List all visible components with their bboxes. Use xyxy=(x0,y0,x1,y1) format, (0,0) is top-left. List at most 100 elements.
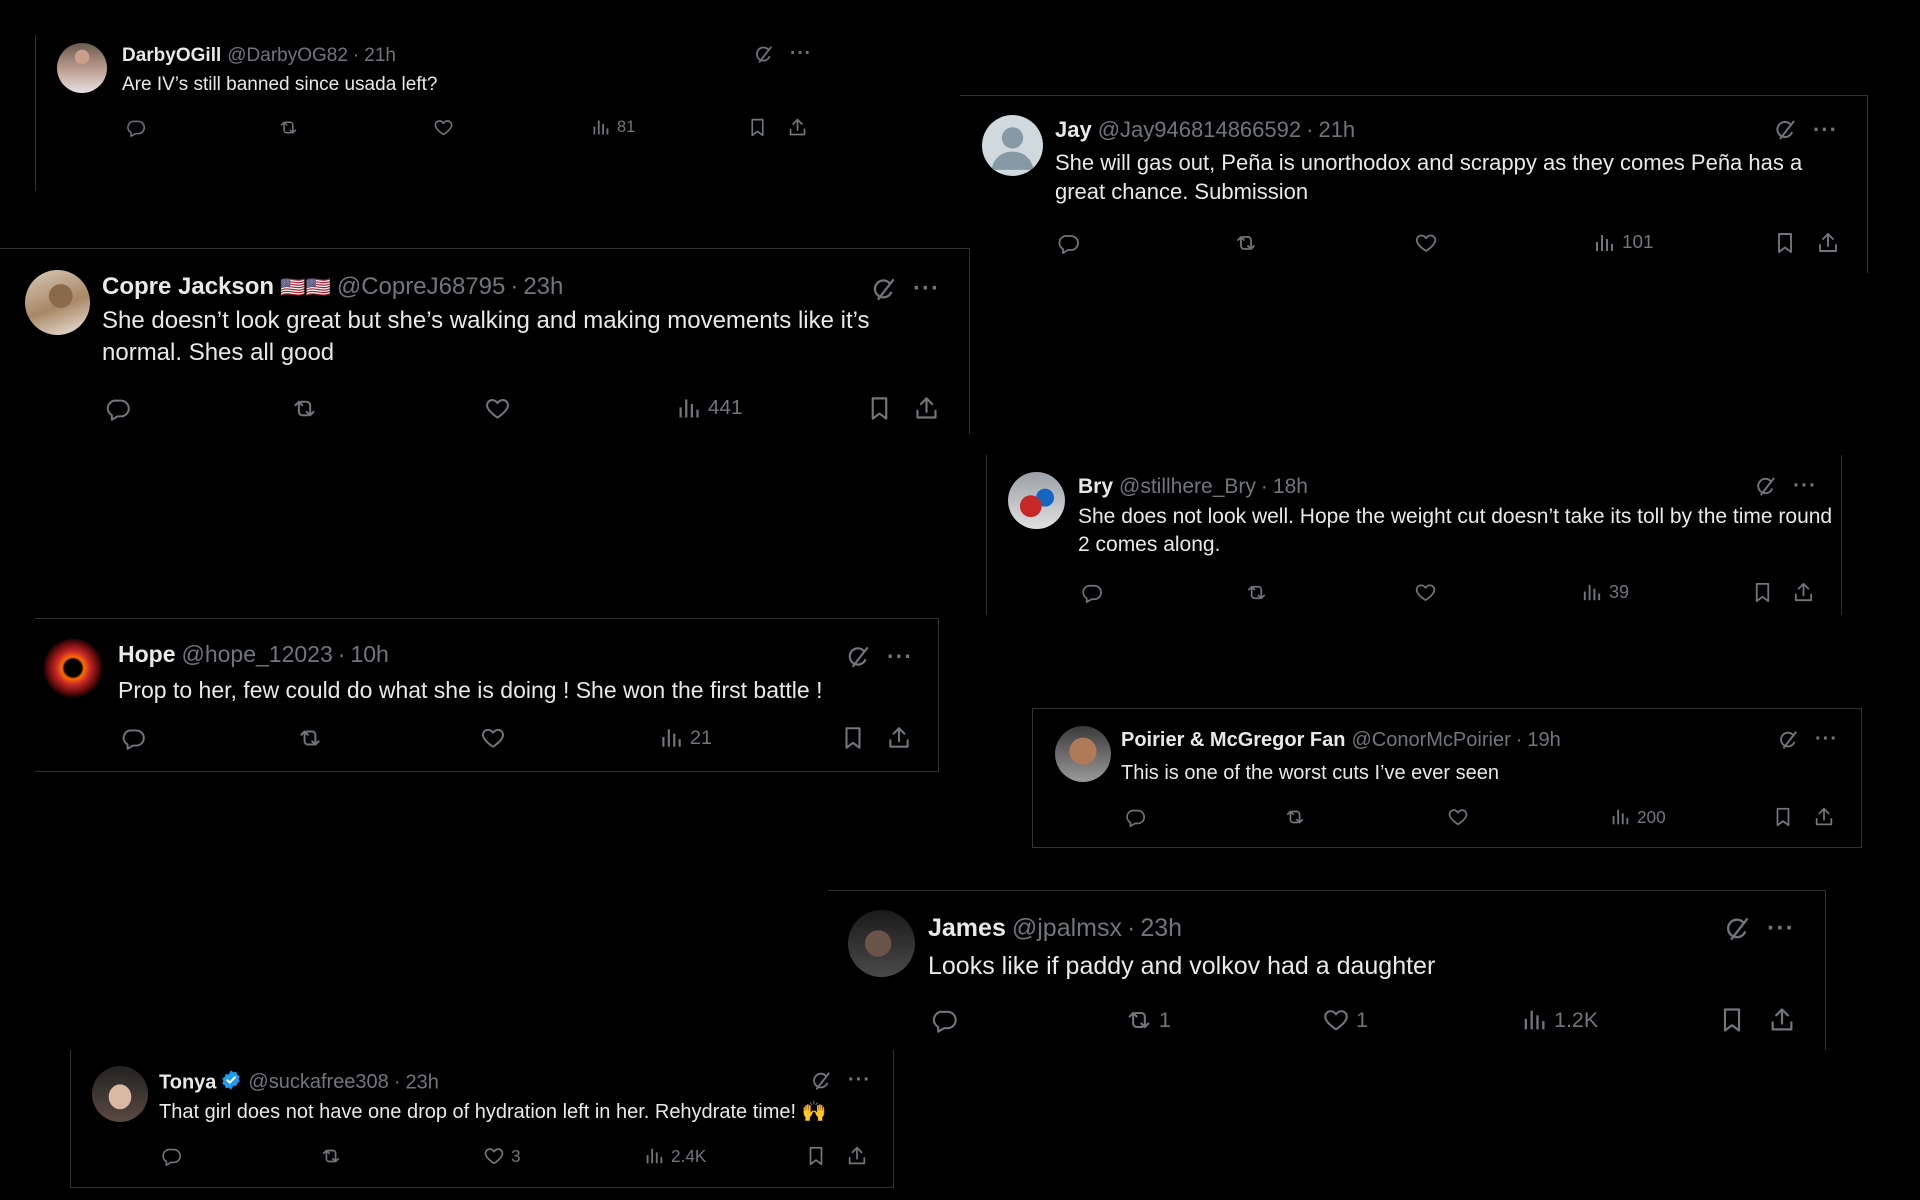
display-name[interactable]: Copre Jackson xyxy=(102,273,274,300)
repost-icon xyxy=(320,1145,342,1167)
like-icon xyxy=(1414,581,1437,604)
reply-button[interactable] xyxy=(930,1006,958,1034)
more-icon[interactable]: ··· xyxy=(1815,728,1838,751)
share-button[interactable] xyxy=(1768,1006,1796,1034)
views-button[interactable]: 441 xyxy=(675,395,742,422)
share-button[interactable] xyxy=(1816,231,1840,255)
repost-button[interactable] xyxy=(297,725,323,751)
display-name[interactable]: Bry xyxy=(1078,475,1113,498)
repost-button[interactable]: 1 xyxy=(1125,1006,1171,1034)
avatar[interactable] xyxy=(848,910,915,977)
avatar[interactable] xyxy=(43,638,103,698)
like-button[interactable] xyxy=(480,725,506,751)
bookmark-button[interactable] xyxy=(805,1145,827,1167)
more-icon[interactable]: ··· xyxy=(913,275,940,303)
grok-icon[interactable] xyxy=(1777,729,1799,751)
display-name[interactable]: Jay xyxy=(1055,117,1092,142)
user-handle[interactable]: @Jay946814866592 xyxy=(1098,117,1301,142)
tweet-time[interactable]: 10h xyxy=(350,641,388,667)
grok-icon[interactable] xyxy=(1754,475,1777,498)
bookmark-button[interactable] xyxy=(866,395,893,422)
tweet-time[interactable]: 18h xyxy=(1273,475,1308,498)
like-button[interactable] xyxy=(1447,806,1469,828)
bookmark-button[interactable] xyxy=(840,725,866,751)
display-name[interactable]: Tonya xyxy=(159,1071,216,1093)
views-button[interactable]: 2.4K xyxy=(643,1145,706,1167)
repost-button[interactable] xyxy=(1245,581,1268,604)
user-handle[interactable]: @jpalmsx xyxy=(1012,914,1122,942)
grok-icon[interactable] xyxy=(810,1070,832,1092)
more-icon[interactable]: ··· xyxy=(848,1069,871,1092)
share-button[interactable] xyxy=(787,117,808,138)
tweet-time[interactable]: 23h xyxy=(523,273,563,300)
share-button[interactable] xyxy=(846,1145,868,1167)
views-button[interactable]: 101 xyxy=(1592,231,1654,255)
more-icon[interactable]: ··· xyxy=(887,643,913,670)
avatar[interactable] xyxy=(25,270,90,335)
reply-button[interactable] xyxy=(1080,581,1103,604)
display-name[interactable]: Poirier & McGregor Fan xyxy=(1121,729,1346,751)
views-button[interactable]: 1.2K xyxy=(1520,1006,1598,1034)
tweet-time[interactable]: 19h xyxy=(1527,729,1560,751)
avatar[interactable] xyxy=(1055,726,1111,782)
display-name[interactable]: Hope xyxy=(118,641,176,667)
share-button[interactable] xyxy=(913,395,940,422)
display-name[interactable]: DarbyOGill xyxy=(122,45,221,66)
reply-button[interactable] xyxy=(1124,806,1146,828)
share-button[interactable] xyxy=(886,725,912,751)
more-icon[interactable]: ··· xyxy=(1793,474,1817,498)
avatar[interactable] xyxy=(57,43,107,93)
views-button[interactable]: 39 xyxy=(1580,581,1629,604)
repost-button[interactable] xyxy=(278,117,299,138)
user-handle[interactable]: @CopreJ68795 xyxy=(337,273,505,300)
grok-icon[interactable] xyxy=(845,644,871,670)
reply-button[interactable] xyxy=(120,725,146,751)
reply-button[interactable] xyxy=(104,395,131,422)
avatar[interactable] xyxy=(982,115,1043,176)
repost-button[interactable] xyxy=(1284,806,1306,828)
repost-button[interactable] xyxy=(291,395,318,422)
bookmark-button[interactable] xyxy=(1718,1006,1746,1034)
user-handle[interactable]: @suckafree308 xyxy=(248,1071,388,1093)
grok-icon[interactable] xyxy=(870,276,897,303)
views-button[interactable]: 81 xyxy=(590,117,635,138)
repost-button[interactable] xyxy=(320,1145,342,1167)
more-icon[interactable]: ··· xyxy=(790,43,812,65)
tweet-time[interactable]: 23h xyxy=(405,1071,438,1093)
views-button[interactable]: 21 xyxy=(658,725,712,751)
avatar[interactable] xyxy=(92,1066,148,1122)
grok-icon[interactable] xyxy=(753,44,774,65)
display-name[interactable]: James xyxy=(928,914,1006,942)
avatar[interactable] xyxy=(1008,472,1065,529)
separator-dot: · xyxy=(510,273,519,300)
reply-button[interactable] xyxy=(1056,231,1080,255)
bookmark-button[interactable] xyxy=(1772,806,1794,828)
repost-button[interactable] xyxy=(1234,231,1258,255)
like-button[interactable]: 1 xyxy=(1322,1006,1368,1034)
bookmark-button[interactable] xyxy=(747,117,768,138)
views-count: 200 xyxy=(1637,806,1666,827)
grok-icon[interactable] xyxy=(1723,915,1751,943)
views-button[interactable]: 200 xyxy=(1609,806,1666,828)
reply-button[interactable] xyxy=(125,117,146,138)
reply-button[interactable] xyxy=(160,1145,182,1167)
user-handle[interactable]: @stillhere_Bry xyxy=(1119,475,1256,498)
like-button[interactable]: 3 xyxy=(483,1145,521,1167)
more-icon[interactable]: ··· xyxy=(1767,914,1795,943)
bookmark-button[interactable] xyxy=(1751,581,1774,604)
share-button[interactable] xyxy=(1792,581,1815,604)
tweet-time[interactable]: 21h xyxy=(364,45,396,66)
like-button[interactable] xyxy=(433,117,454,138)
grok-icon[interactable] xyxy=(1773,118,1797,142)
user-handle[interactable]: @ConorMcPoirier xyxy=(1352,729,1511,751)
share-button[interactable] xyxy=(1813,806,1835,828)
tweet-time[interactable]: 23h xyxy=(1140,914,1182,942)
user-handle[interactable]: @hope_12023 xyxy=(182,641,333,667)
tweet-time[interactable]: 21h xyxy=(1318,117,1355,142)
user-handle[interactable]: @DarbyOG82 xyxy=(227,45,348,66)
bookmark-button[interactable] xyxy=(1773,231,1797,255)
like-button[interactable] xyxy=(1414,231,1438,255)
like-button[interactable] xyxy=(484,395,511,422)
more-icon[interactable]: ··· xyxy=(1813,117,1838,143)
like-button[interactable] xyxy=(1414,581,1437,604)
